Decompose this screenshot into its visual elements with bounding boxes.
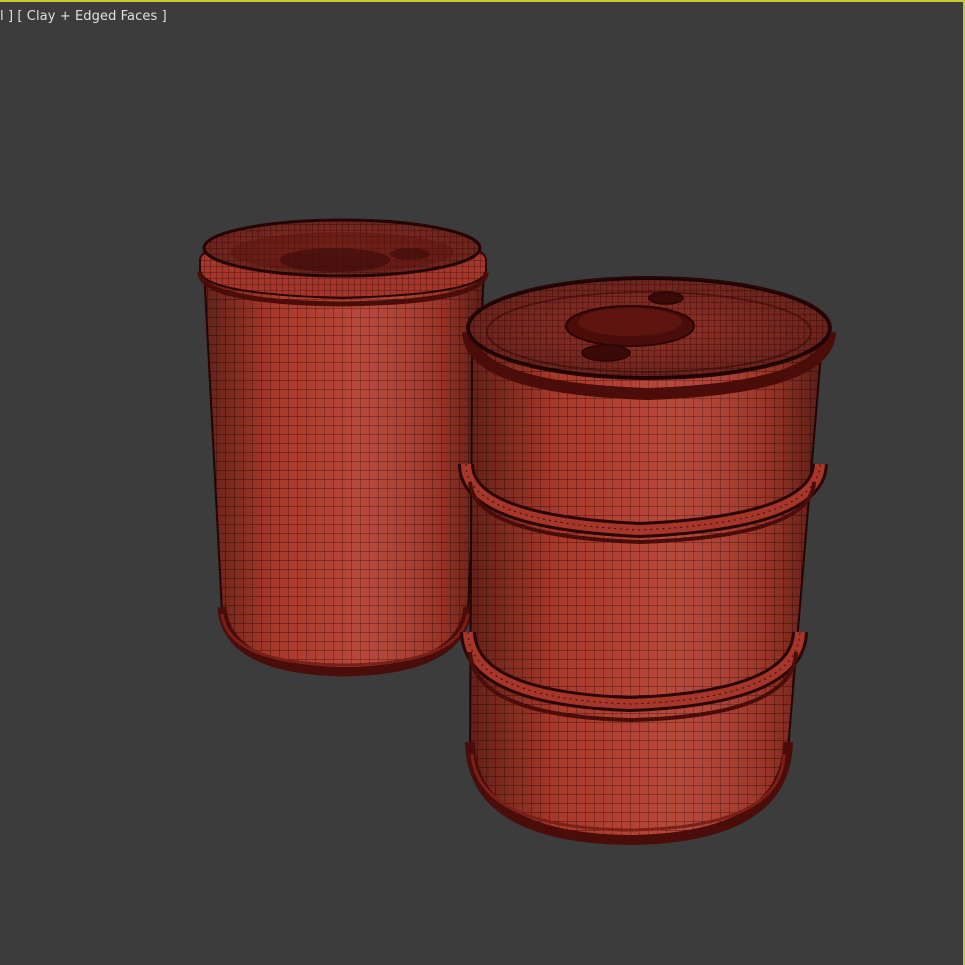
viewport-perspective[interactable]: l ] [ Clay + Edged Faces ] xyxy=(0,0,965,965)
barrel-large[interactable] xyxy=(458,276,836,846)
barrel-small[interactable] xyxy=(197,218,489,677)
scene-render[interactable] xyxy=(0,2,965,965)
